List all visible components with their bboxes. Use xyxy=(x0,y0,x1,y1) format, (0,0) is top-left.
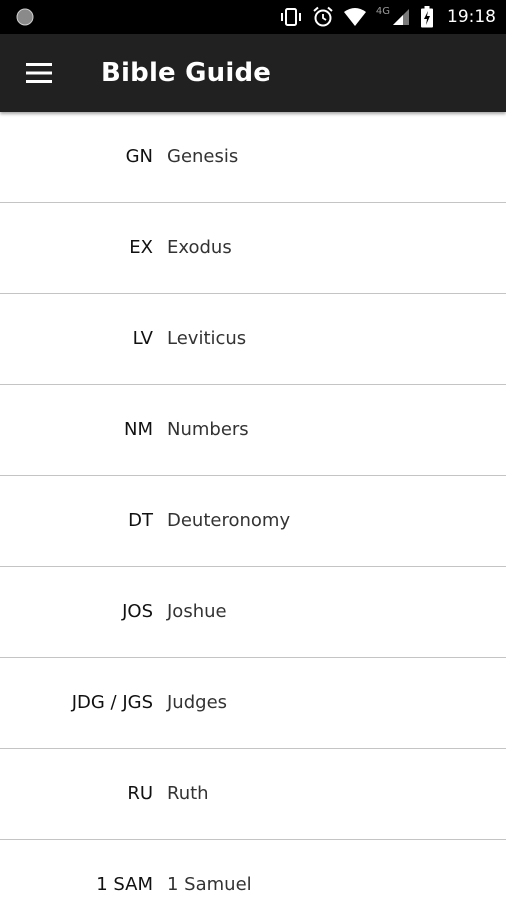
notification-dot-icon xyxy=(16,8,34,26)
vibrate-icon xyxy=(280,8,301,26)
book-abbreviation: NM xyxy=(124,419,153,440)
book-name: Deuteronomy xyxy=(167,510,291,531)
book-name: 1 Samuel xyxy=(167,874,252,895)
book-row-numbers[interactable]: NM Numbers xyxy=(0,385,506,476)
network-type-label: 4G xyxy=(375,5,390,17)
book-abbreviation: DT xyxy=(128,510,153,531)
book-name: Judges xyxy=(167,692,228,713)
book-row-ruth[interactable]: RU Ruth xyxy=(0,749,506,840)
book-row-joshue[interactable]: JOS Joshue xyxy=(0,567,506,658)
book-name: Joshue xyxy=(167,601,227,622)
book-name: Genesis xyxy=(167,146,239,167)
book-abbreviation: LV xyxy=(132,328,153,349)
book-row-1-samuel[interactable]: 1 SAM 1 Samuel xyxy=(0,840,506,900)
book-abbreviation: JDG / JGS xyxy=(71,692,153,713)
app-bar: Bible Guide xyxy=(0,34,506,112)
status-clock: 19:18 xyxy=(447,7,496,27)
book-name: Leviticus xyxy=(167,328,247,349)
app-title: Bible Guide xyxy=(101,58,272,88)
book-abbreviation: 1 SAM xyxy=(96,874,153,895)
alarm-icon xyxy=(313,6,333,27)
hamburger-menu-icon xyxy=(26,63,52,83)
book-abbreviation: JOS xyxy=(122,601,153,622)
cellular-signal-icon xyxy=(393,9,409,25)
book-list[interactable]: GN Genesis EX Exodus LV Leviticus NM Num… xyxy=(0,112,506,900)
battery-charging-icon xyxy=(421,6,433,28)
book-row-genesis[interactable]: GN Genesis xyxy=(0,112,506,203)
book-row-leviticus[interactable]: LV Leviticus xyxy=(0,294,506,385)
book-row-exodus[interactable]: EX Exodus xyxy=(0,203,506,294)
book-abbreviation: GN xyxy=(125,146,153,167)
menu-button[interactable] xyxy=(24,60,54,86)
book-name: Exodus xyxy=(167,237,232,258)
status-bar: 4G 19:18 xyxy=(0,0,506,34)
book-row-deuteronomy[interactable]: DT Deuteronomy xyxy=(0,476,506,567)
book-abbreviation: RU xyxy=(127,783,153,804)
wifi-icon xyxy=(343,8,366,26)
book-row-judges[interactable]: JDG / JGS Judges xyxy=(0,658,506,749)
book-name: Ruth xyxy=(167,783,209,804)
book-abbreviation: EX xyxy=(129,237,153,258)
book-name: Numbers xyxy=(167,419,249,440)
